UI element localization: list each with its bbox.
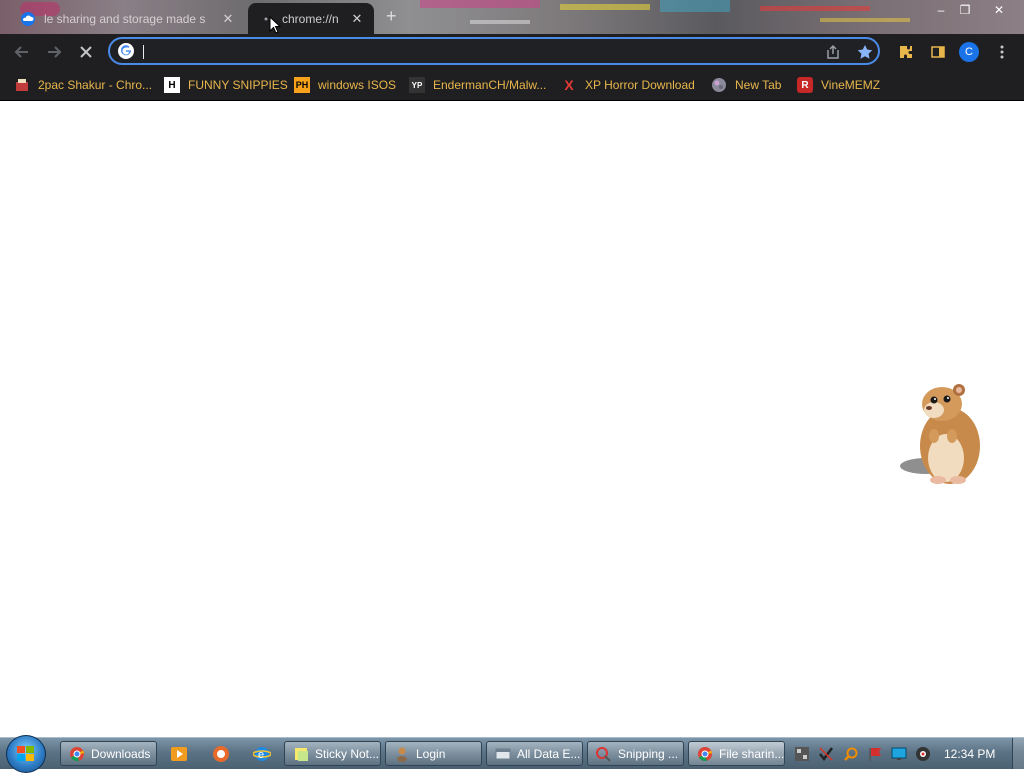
bookmark-label: EndermanCH/Malw... (433, 78, 547, 92)
address-bar[interactable] (108, 37, 880, 65)
globe-icon (711, 77, 727, 93)
login-icon (394, 746, 410, 762)
taskbar-label: Snipping ... (618, 746, 679, 761)
x-icon: X (564, 77, 574, 93)
tab-file-sharing[interactable]: le sharing and storage made s ✕ (10, 3, 245, 34)
mouse-cursor-icon (269, 16, 281, 34)
restore-button[interactable]: ❐ (952, 0, 978, 20)
taskbar-label: All Data E... (517, 746, 581, 761)
h-icon: H (164, 77, 180, 93)
taskbar-login[interactable]: Login (385, 741, 482, 766)
profile-avatar[interactable]: C (959, 42, 979, 62)
taskbar-downloads[interactable]: Downloads (60, 741, 157, 766)
forward-button[interactable] (44, 42, 64, 62)
taskbar-snipping[interactable]: Snipping ... (587, 741, 684, 766)
taskbar-label: Login (416, 746, 446, 761)
bookmark-funny-snippies[interactable]: H FUNNY SNIPPIES (164, 77, 288, 93)
clock[interactable]: 12:34 PM (944, 747, 995, 761)
ph-icon: PH (294, 77, 310, 93)
tray-search-icon[interactable] (843, 746, 859, 762)
r-icon: R (797, 77, 813, 93)
chrome-icon (697, 746, 713, 762)
address-input[interactable] (146, 42, 810, 62)
close-tab-icon[interactable]: ✕ (348, 11, 366, 27)
bookmark-label: 2pac Shakur - Chro... (38, 78, 153, 92)
window-icon (495, 746, 511, 762)
taskbar-file-sharing[interactable]: File sharin... (688, 741, 785, 766)
show-desktop-button[interactable] (1012, 738, 1024, 769)
tray-flag-icon[interactable] (867, 746, 883, 762)
taskbar-sticky-notes[interactable]: Sticky Not... (284, 741, 381, 766)
taskbar-label: Sticky Not... (315, 746, 380, 761)
bookmarks-bar: 2pac Shakur - Chro... H FUNNY SNIPPIES P… (0, 70, 1024, 101)
bookmark-endermanch[interactable]: YP EndermanCH/Malw... (409, 77, 546, 93)
bookmark-new-tab[interactable]: New Tab (711, 77, 781, 93)
bookmark-label: New Tab (735, 78, 782, 92)
yp-icon: YP (409, 77, 425, 93)
stop-button[interactable] (76, 42, 96, 62)
side-panel-icon[interactable] (928, 42, 948, 62)
taskbar-label: Downloads (91, 746, 151, 761)
bookmark-star-icon[interactable] (856, 43, 874, 61)
minimize-button[interactable]: – (928, 0, 954, 20)
app-pinned-icon[interactable] (210, 743, 232, 765)
page-content (0, 101, 1024, 737)
bookmark-xp-horror[interactable]: X XP Horror Download (561, 77, 695, 93)
hamster-mascot[interactable] (898, 380, 988, 490)
tab-strip: le sharing and storage made s ✕ chrome:/… (0, 0, 1024, 34)
bookmark-label: VineMEMZ (821, 78, 881, 92)
bookmark-label: XP Horror Download (585, 78, 695, 92)
tray-checkmark-icon[interactable] (818, 746, 834, 762)
windows-logo-icon (17, 746, 34, 761)
tab-new-tab[interactable]: chrome://n ✕ (248, 3, 374, 34)
google-icon (118, 43, 134, 59)
bookmark-label: FUNNY SNIPPIES (188, 78, 288, 92)
menu-kebab-icon[interactable] (992, 42, 1012, 62)
internet-explorer-icon[interactable]: e (251, 743, 273, 765)
svg-text:e: e (258, 749, 264, 761)
arrow-left-icon (14, 46, 28, 58)
bookmark-label: windows ISOS (318, 78, 397, 92)
tab-title: le sharing and storage made s (44, 11, 206, 26)
2pac-icon (14, 77, 30, 93)
tab-title: chrome://n (282, 11, 339, 26)
close-tab-icon[interactable]: ✕ (219, 11, 237, 27)
taskbar-label: File sharin... (719, 746, 785, 761)
tray-monitor-icon[interactable] (891, 746, 907, 762)
sticky-notes-icon (293, 746, 309, 762)
bookmark-2pac[interactable]: 2pac Shakur - Chro... (14, 77, 152, 93)
tray-volume-icon[interactable] (915, 746, 931, 762)
media-player-icon[interactable] (168, 743, 190, 765)
taskbar: Downloads e Sticky Not... Login All Data… (0, 735, 1024, 773)
text-caret (143, 45, 144, 59)
extensions-icon[interactable] (896, 42, 916, 62)
start-button[interactable] (6, 735, 46, 773)
new-tab-button[interactable]: + (386, 6, 397, 27)
snipping-icon (596, 746, 612, 762)
back-button[interactable] (12, 42, 32, 62)
close-window-button[interactable]: ✕ (986, 0, 1012, 20)
cloud-icon (20, 11, 36, 27)
bookmark-vinememz[interactable]: R VineMEMZ (797, 77, 880, 93)
tray-app-icon[interactable] (794, 746, 810, 762)
close-icon (80, 46, 92, 58)
share-icon[interactable] (824, 43, 842, 61)
browser-toolbar: C (0, 34, 1024, 70)
chrome-icon (69, 746, 85, 762)
taskbar-all-data[interactable]: All Data E... (486, 741, 583, 766)
arrow-right-icon (48, 46, 62, 58)
bookmark-windows-isos[interactable]: PH windows ISOS (294, 77, 396, 93)
